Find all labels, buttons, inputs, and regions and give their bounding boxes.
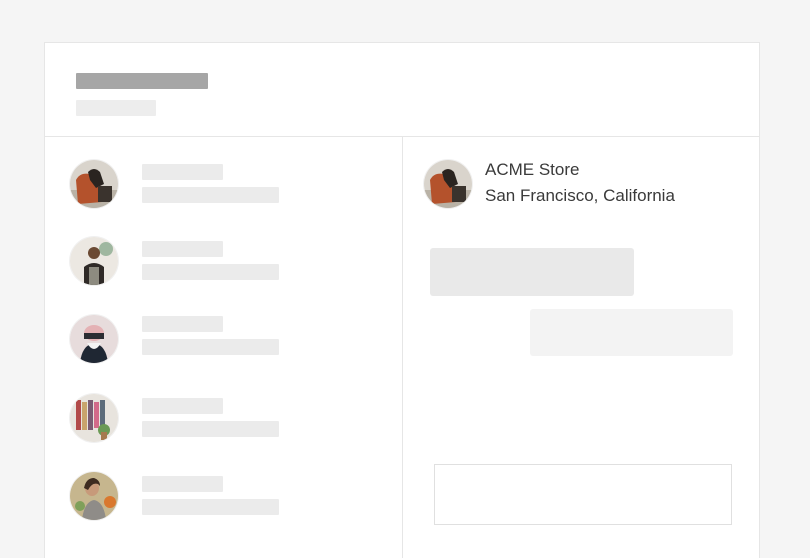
conversation-item[interactable] — [45, 137, 402, 209]
contact-name-placeholder — [142, 476, 223, 492]
conversation-item[interactable] — [45, 293, 402, 365]
header-title-placeholder — [76, 73, 208, 89]
message-preview-placeholder — [142, 339, 279, 355]
contact-name-placeholder — [142, 398, 223, 414]
store-name: ACME Store — [485, 160, 580, 179]
store-location: San Francisco, California — [485, 186, 675, 205]
store-photo-avatar — [70, 160, 118, 208]
contact-name-placeholder — [142, 316, 223, 332]
header-subtitle-placeholder — [76, 100, 156, 116]
masked-person-avatar — [70, 315, 118, 363]
conversation-detail: ACME Store San Francisco, California — [403, 137, 759, 558]
message-preview-placeholder — [142, 499, 279, 515]
store-photo-avatar — [424, 160, 472, 208]
conversation-item[interactable] — [45, 215, 402, 287]
contact-name-placeholder — [142, 241, 223, 257]
message-preview-placeholder — [142, 264, 279, 280]
conversation-list — [45, 137, 403, 558]
messages-card: ACME Store San Francisco, California — [44, 42, 760, 558]
conversation-item[interactable] — [45, 373, 402, 445]
clothing-rack-avatar — [70, 394, 118, 442]
message-preview-placeholder — [142, 187, 279, 203]
message-input[interactable] — [434, 464, 732, 525]
incoming-message-placeholder — [430, 248, 634, 296]
conversation-item[interactable] — [45, 451, 402, 523]
contact-name-placeholder — [142, 164, 223, 180]
outgoing-message-placeholder — [530, 309, 733, 356]
craftsman-avatar — [70, 237, 118, 285]
messages-header — [45, 43, 759, 137]
woman-portrait-avatar — [70, 472, 118, 520]
message-preview-placeholder — [142, 421, 279, 437]
